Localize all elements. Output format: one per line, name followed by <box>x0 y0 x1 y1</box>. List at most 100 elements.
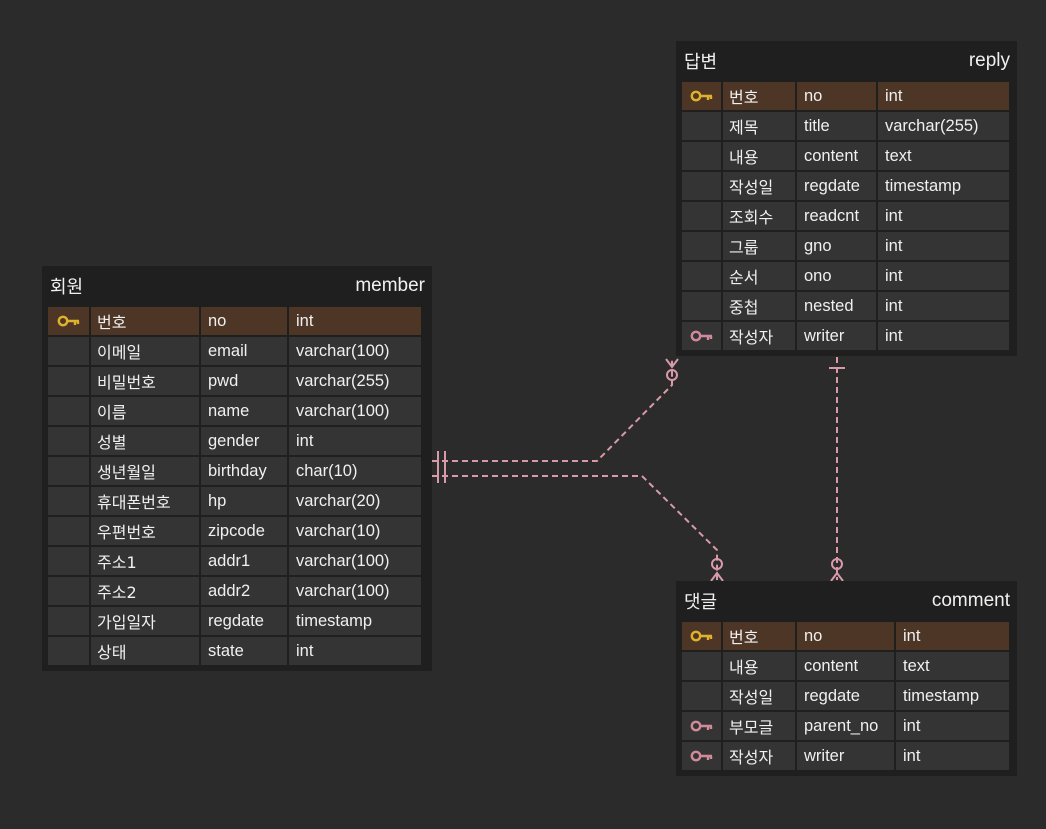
key-cell <box>48 607 89 635</box>
column-row[interactable]: 제목 title varchar(255) <box>681 111 1012 141</box>
column-row[interactable]: 우편번호 zipcode varchar(10) <box>47 516 427 546</box>
physical-column-name: regdate <box>797 172 876 200</box>
physical-column-name: pwd <box>201 367 287 395</box>
column-type: int <box>896 622 1009 650</box>
logical-column-name: 이메일 <box>91 337 199 365</box>
table-logical-name: 회원 <box>50 277 84 298</box>
key-cell <box>48 517 89 545</box>
column-row[interactable]: 생년월일 birthday char(10) <box>47 456 427 486</box>
column-type: varchar(100) <box>289 397 421 425</box>
key-cell <box>682 262 721 290</box>
physical-column-name: content <box>797 142 876 170</box>
column-row[interactable]: 주소2 addr2 varchar(100) <box>47 576 427 606</box>
foreign-key-icon <box>690 750 712 762</box>
column-row[interactable]: 내용 content text <box>681 141 1012 171</box>
key-cell <box>48 427 89 455</box>
column-type: varchar(20) <box>289 487 421 515</box>
column-type: timestamp <box>896 682 1009 710</box>
column-type: text <box>878 142 1009 170</box>
column-row[interactable]: 번호 no int <box>681 81 1012 111</box>
column-type: int <box>878 202 1009 230</box>
logical-column-name: 내용 <box>723 142 795 170</box>
table-reply[interactable]: 답변 reply 번호 no int 제목 title varchar(255) 내용 conte… <box>676 41 1017 356</box>
primary-key-icon <box>57 315 79 327</box>
physical-column-name: writer <box>797 322 876 350</box>
table-physical-name: reply <box>968 50 1010 71</box>
column-type: int <box>289 637 421 665</box>
column-type: int <box>289 427 421 455</box>
table-columns: 번호 no int 내용 content text 작성일 regdate timestamp 부… <box>676 621 1017 776</box>
column-row[interactable]: 성별 gender int <box>47 426 427 456</box>
column-row[interactable]: 중첩 nested int <box>681 291 1012 321</box>
column-row[interactable]: 주소1 addr1 varchar(100) <box>47 546 427 576</box>
column-row[interactable]: 그룹 gno int <box>681 231 1012 261</box>
physical-column-name: gno <box>797 232 876 260</box>
physical-column-name: email <box>201 337 287 365</box>
logical-column-name: 그룹 <box>723 232 795 260</box>
column-row[interactable]: 번호 no int <box>47 306 427 336</box>
physical-column-name: zipcode <box>201 517 287 545</box>
column-type: timestamp <box>878 172 1009 200</box>
logical-column-name: 작성자 <box>723 742 795 770</box>
key-cell <box>48 637 89 665</box>
logical-column-name: 작성일 <box>723 682 795 710</box>
table-header: 댓글 comment <box>676 581 1017 621</box>
logical-column-name: 번호 <box>91 307 199 335</box>
table-header: 답변 reply <box>676 41 1017 81</box>
column-type: varchar(255) <box>878 112 1009 140</box>
primary-key-icon <box>690 90 712 102</box>
column-row[interactable]: 번호 no int <box>681 621 1012 651</box>
key-cell <box>48 487 89 515</box>
key-cell <box>682 202 721 230</box>
logical-column-name: 가입일자 <box>91 607 199 635</box>
logical-column-name: 번호 <box>723 82 795 110</box>
key-cell <box>48 397 89 425</box>
logical-column-name: 부모글 <box>723 712 795 740</box>
column-type: char(10) <box>289 457 421 485</box>
table-member[interactable]: 회원 member 번호 no int 이메일 email varchar(100) 비밀번호 p… <box>42 266 432 671</box>
logical-column-name: 휴대폰번호 <box>91 487 199 515</box>
logical-column-name: 조회수 <box>723 202 795 230</box>
primary-key-icon <box>690 630 712 642</box>
column-row[interactable]: 내용 content text <box>681 651 1012 681</box>
physical-column-name: no <box>201 307 287 335</box>
column-row[interactable]: 작성자 writer int <box>681 321 1012 351</box>
table-comment[interactable]: 댓글 comment 번호 no int 내용 content text 작성일 regdate t… <box>676 581 1017 776</box>
column-row[interactable]: 부모글 parent_no int <box>681 711 1012 741</box>
logical-column-name: 상태 <box>91 637 199 665</box>
column-type: int <box>289 307 421 335</box>
physical-column-name: gender <box>201 427 287 455</box>
table-logical-name: 댓글 <box>684 592 718 613</box>
column-type: text <box>896 652 1009 680</box>
relation-member-comment <box>432 475 718 580</box>
foreign-key-cell <box>682 712 721 740</box>
logical-column-name: 내용 <box>723 652 795 680</box>
column-row[interactable]: 작성일 regdate timestamp <box>681 171 1012 201</box>
column-row[interactable]: 이메일 email varchar(100) <box>47 336 427 366</box>
physical-column-name: parent_no <box>797 712 894 740</box>
physical-column-name: no <box>797 82 876 110</box>
column-row[interactable]: 작성자 writer int <box>681 741 1012 771</box>
physical-column-name: name <box>201 397 287 425</box>
column-row[interactable]: 비밀번호 pwd varchar(255) <box>47 366 427 396</box>
physical-column-name: state <box>201 637 287 665</box>
column-row[interactable]: 조회수 readcnt int <box>681 201 1012 231</box>
column-row[interactable]: 상태 state int <box>47 636 427 666</box>
key-cell <box>48 547 89 575</box>
column-row[interactable]: 가입일자 regdate timestamp <box>47 606 427 636</box>
key-cell <box>48 337 89 365</box>
physical-column-name: readcnt <box>797 202 876 230</box>
key-cell <box>682 172 721 200</box>
physical-column-name: content <box>797 652 894 680</box>
column-type: int <box>878 82 1009 110</box>
column-row[interactable]: 이름 name varchar(100) <box>47 396 427 426</box>
physical-column-name: nested <box>797 292 876 320</box>
column-row[interactable]: 휴대폰번호 hp varchar(20) <box>47 486 427 516</box>
table-header: 회원 member <box>42 266 432 306</box>
logical-column-name: 이름 <box>91 397 199 425</box>
column-type: timestamp <box>289 607 421 635</box>
column-row[interactable]: 순서 ono int <box>681 261 1012 291</box>
column-row[interactable]: 작성일 regdate timestamp <box>681 681 1012 711</box>
primary-key-cell <box>48 307 89 335</box>
column-type: int <box>878 292 1009 320</box>
